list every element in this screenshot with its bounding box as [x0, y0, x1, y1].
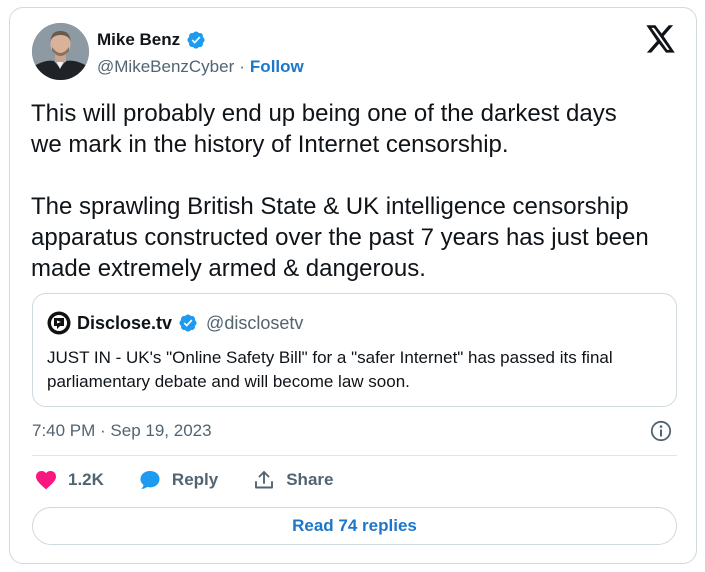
author-name-row: Mike Benz — [97, 30, 206, 50]
quoted-author-name: Disclose.tv — [77, 312, 173, 333]
tweet-embed-card: Mike Benz @MikeBenzCyber · Follow This w… — [9, 7, 697, 564]
share-button[interactable]: Share — [252, 468, 333, 492]
separator-dot: · — [239, 57, 245, 76]
quoted-tweet[interactable]: Disclose.tv @disclosetv JUST IN - UK's "… — [32, 293, 677, 407]
verified-badge-icon — [178, 313, 198, 333]
quoted-tweet-header: Disclose.tv @disclosetv — [47, 311, 303, 335]
verified-badge-icon — [186, 30, 206, 50]
info-icon[interactable] — [649, 419, 673, 443]
share-upload-icon — [252, 468, 276, 492]
heart-icon — [34, 468, 58, 492]
divider — [32, 455, 677, 456]
author-handle-row: @MikeBenzCyber · Follow — [97, 57, 304, 77]
x-logo-icon[interactable] — [646, 25, 676, 53]
disclose-tv-logo-icon — [47, 311, 71, 335]
tweet-paragraph-2: The sprawling British State & UK intelli… — [31, 193, 649, 282]
like-count: 1.2K — [68, 470, 104, 489]
like-button[interactable]: 1.2K — [34, 468, 104, 492]
tweet-timestamp[interactable]: 7:40 PM · Sep 19, 2023 — [32, 421, 212, 441]
action-bar: 1.2K Reply Share — [34, 468, 367, 492]
author-name[interactable]: Mike Benz — [97, 30, 180, 50]
avatar[interactable] — [32, 23, 89, 80]
tweet-paragraph-1: This will probably end up being one of t… — [31, 100, 617, 158]
share-label: Share — [286, 470, 334, 489]
reply-label: Reply — [171, 470, 219, 489]
reply-button[interactable]: Reply — [138, 468, 218, 492]
author-handle[interactable]: @MikeBenzCyber — [97, 57, 234, 77]
tweet-text: This will probably end up being one of t… — [31, 98, 681, 284]
follow-link[interactable]: Follow — [250, 57, 304, 77]
quoted-author-handle: @disclosetv — [206, 312, 304, 333]
read-replies-button[interactable]: Read 74 replies — [32, 507, 677, 545]
quoted-tweet-text: JUST IN - UK's "Online Safety Bill" for … — [47, 348, 613, 391]
speech-bubble-icon — [138, 468, 162, 492]
